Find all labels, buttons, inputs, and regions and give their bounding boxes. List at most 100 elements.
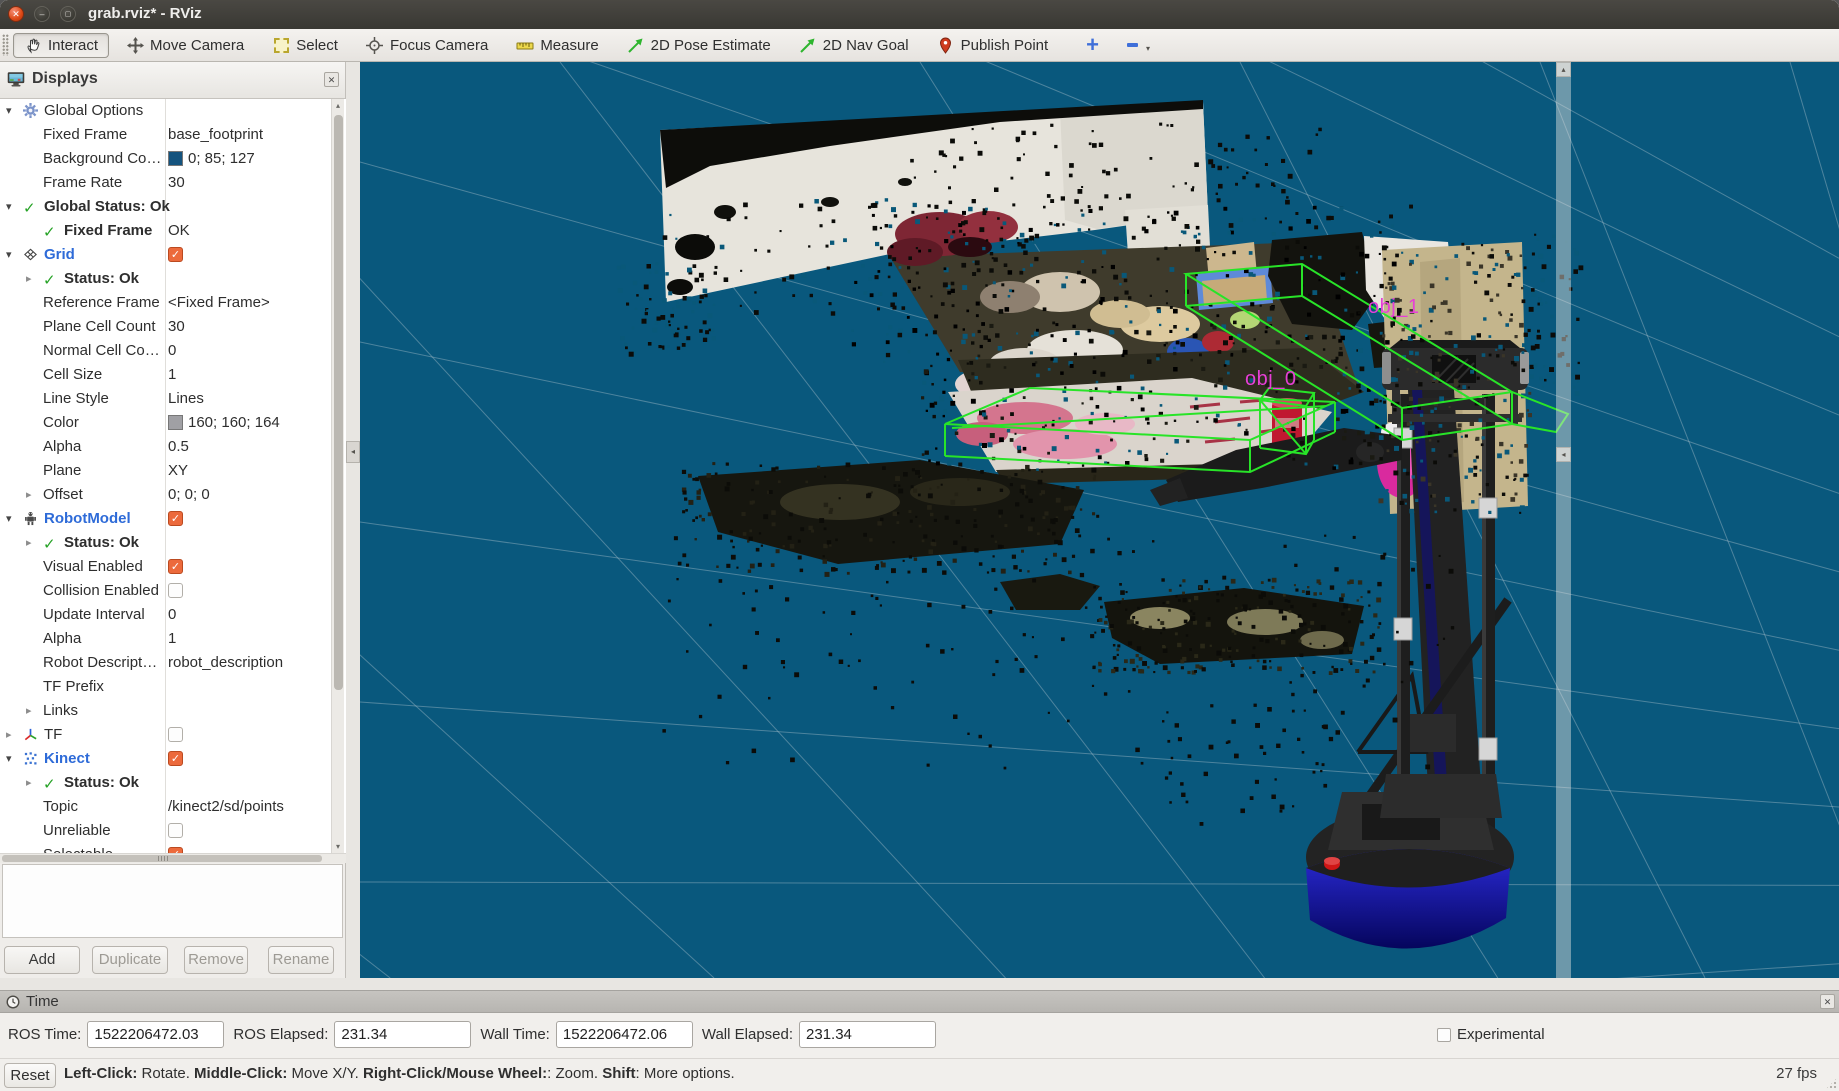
tree-row-tf[interactable]: ▸TF: [0, 723, 346, 747]
collapse-arrow-icon[interactable]: ▾: [6, 99, 12, 123]
collapse-arrow-icon[interactable]: ▾: [6, 243, 12, 267]
tree-row-global-options[interactable]: ▾Global Options: [0, 99, 346, 123]
tree-row-links[interactable]: ▸Links: [0, 699, 346, 723]
enable-checkbox[interactable]: [168, 583, 183, 598]
minimize-window-icon[interactable]: –: [34, 6, 50, 22]
wall-time-input[interactable]: [556, 1021, 693, 1048]
tree-row-background-co[interactable]: Background Co…0; 85; 127: [0, 147, 346, 171]
tree-row-reference-frame[interactable]: Reference Frame<Fixed Frame>: [0, 291, 346, 315]
close-displays-icon[interactable]: ✕: [324, 72, 339, 87]
tree-row-value[interactable]: 0; 85; 127: [188, 147, 255, 171]
expand-arrow-icon[interactable]: ▸: [26, 531, 32, 555]
enable-checkbox[interactable]: ✓: [168, 847, 183, 853]
tree-row-offset[interactable]: ▸Offset0; 0; 0: [0, 483, 346, 507]
tree-row-update-interval[interactable]: Update Interval0: [0, 603, 346, 627]
tree-row-frame-rate[interactable]: Frame Rate30: [0, 171, 346, 195]
tree-row-global-status-ok[interactable]: ▾✓Global Status: Ok: [0, 195, 346, 219]
tool-measure[interactable]: Measure: [505, 33, 609, 58]
tree-row-value[interactable]: 0; 0; 0: [168, 483, 210, 507]
collapse-arrow-icon[interactable]: ▾: [6, 507, 12, 531]
enable-checkbox[interactable]: ✓: [168, 559, 183, 574]
tree-row-value[interactable]: 30: [168, 315, 185, 339]
tool-select[interactable]: Select: [261, 33, 349, 58]
scroll-down-icon[interactable]: ▾: [332, 840, 344, 853]
tree-row-color[interactable]: Color160; 160; 164: [0, 411, 346, 435]
tree-row-normal-cell-co[interactable]: Normal Cell Co…0: [0, 339, 346, 363]
tree-row-kinect[interactable]: ▾Kinect✓: [0, 747, 346, 771]
tree-row-value[interactable]: base_footprint: [168, 123, 263, 147]
title-bar[interactable]: ✕ – ▢ grab.rviz* - RViz: [0, 0, 1839, 29]
tree-row-topic[interactable]: Topic/kinect2/sd/points: [0, 795, 346, 819]
tree-row-robotmodel[interactable]: ▾RobotModel✓: [0, 507, 346, 531]
scroll-up-icon[interactable]: ▴: [1556, 62, 1571, 77]
add-button[interactable]: Add: [4, 946, 80, 974]
tree-row-value[interactable]: Lines: [168, 387, 204, 411]
tree-row-value[interactable]: 160; 160; 164: [188, 411, 280, 435]
reset-button[interactable]: Reset: [4, 1063, 56, 1088]
tree-row-unreliable[interactable]: Unreliable: [0, 819, 346, 843]
tree-row-value[interactable]: 0.5: [168, 435, 189, 459]
remove-tool-button[interactable]: ▾: [1116, 37, 1161, 54]
tree-row-value[interactable]: 1: [168, 363, 176, 387]
tree-row-line-style[interactable]: Line StyleLines: [0, 387, 346, 411]
right-panel-splitter[interactable]: ▴ ◂: [1556, 62, 1571, 978]
experimental-option[interactable]: Experimental: [1437, 1026, 1545, 1043]
scrollbar-thumb[interactable]: [334, 115, 343, 690]
tree-row-status-ok[interactable]: ▸✓Status: Ok: [0, 771, 346, 795]
collapse-arrow-icon[interactable]: ▾: [6, 747, 12, 771]
tree-vertical-scrollbar[interactable]: ▴ ▾: [331, 99, 344, 853]
maximize-window-icon[interactable]: ▢: [60, 6, 76, 22]
tree-row-status-ok[interactable]: ▸✓Status: Ok: [0, 531, 346, 555]
tree-row-selectable[interactable]: Selectable✓: [0, 843, 346, 853]
tool-move-camera[interactable]: Move Camera: [115, 33, 255, 58]
tool-publish-point[interactable]: Publish Point: [926, 33, 1060, 58]
enable-checkbox[interactable]: ✓: [168, 751, 183, 766]
enable-checkbox[interactable]: [168, 823, 183, 838]
tree-row-value[interactable]: /kinect2/sd/points: [168, 795, 284, 819]
tree-row-plane[interactable]: PlaneXY: [0, 459, 346, 483]
tree-row-value[interactable]: <Fixed Frame>: [168, 291, 270, 315]
tree-row-fixed-frame[interactable]: ✓Fixed FrameOK: [0, 219, 346, 243]
toolbar-grip[interactable]: [2, 34, 9, 56]
tree-row-plane-cell-count[interactable]: Plane Cell Count30: [0, 315, 346, 339]
tool-2d-nav-goal[interactable]: 2D Nav Goal: [788, 33, 920, 58]
expand-arrow-icon[interactable]: ▸: [26, 267, 32, 291]
expand-arrow-icon[interactable]: ▸: [6, 723, 12, 747]
ros-time-input[interactable]: [87, 1021, 224, 1048]
tree-row-collision-enabled[interactable]: Collision Enabled: [0, 579, 346, 603]
tree-row-value[interactable]: XY: [168, 459, 188, 483]
ros-elapsed-input[interactable]: [334, 1021, 471, 1048]
add-tool-button[interactable]: +: [1075, 33, 1110, 57]
experimental-checkbox[interactable]: [1437, 1028, 1451, 1042]
tree-row-visual-enabled[interactable]: Visual Enabled✓: [0, 555, 346, 579]
close-time-panel-icon[interactable]: ✕: [1820, 994, 1835, 1009]
render-viewport[interactable]: obj_0 obj_1: [360, 62, 1839, 978]
tree-row-value[interactable]: 0: [168, 603, 176, 627]
tree-row-robot-descript[interactable]: Robot Descript…robot_description: [0, 651, 346, 675]
tool-interact[interactable]: Interact: [13, 33, 109, 58]
resize-grip[interactable]: [1825, 1077, 1838, 1090]
tree-row-value[interactable]: 1: [168, 627, 176, 651]
scroll-up-icon[interactable]: ▴: [332, 99, 344, 112]
expand-arrow-icon[interactable]: ▸: [26, 699, 32, 723]
tree-row-alpha[interactable]: Alpha1: [0, 627, 346, 651]
displays-panel-header[interactable]: Displays ✕: [0, 62, 345, 99]
collapse-arrow-icon[interactable]: ▾: [6, 195, 12, 219]
time-panel-header[interactable]: Time ✕: [0, 990, 1839, 1013]
expand-arrow-icon[interactable]: ▸: [26, 483, 32, 507]
collapse-right-panel-icon[interactable]: ◂: [1556, 447, 1571, 462]
tree-row-value[interactable]: 0: [168, 339, 176, 363]
enable-checkbox[interactable]: [168, 727, 183, 742]
tool-2d-pose-estimate[interactable]: 2D Pose Estimate: [616, 33, 782, 58]
scrollbar-grip[interactable]: [158, 856, 170, 861]
tree-row-grid[interactable]: ▾Grid✓: [0, 243, 346, 267]
expand-arrow-icon[interactable]: ▸: [26, 771, 32, 795]
enable-checkbox[interactable]: ✓: [168, 511, 183, 526]
tree-row-cell-size[interactable]: Cell Size1: [0, 363, 346, 387]
tree-horizontal-scrollbar[interactable]: [0, 853, 346, 863]
tree-row-status-ok[interactable]: ▸✓Status: Ok: [0, 267, 346, 291]
tree-row-tf-prefix[interactable]: TF Prefix: [0, 675, 346, 699]
tree-row-value[interactable]: 30: [168, 171, 185, 195]
collapse-left-panel-icon[interactable]: ◂: [346, 441, 360, 463]
enable-checkbox[interactable]: ✓: [168, 247, 183, 262]
